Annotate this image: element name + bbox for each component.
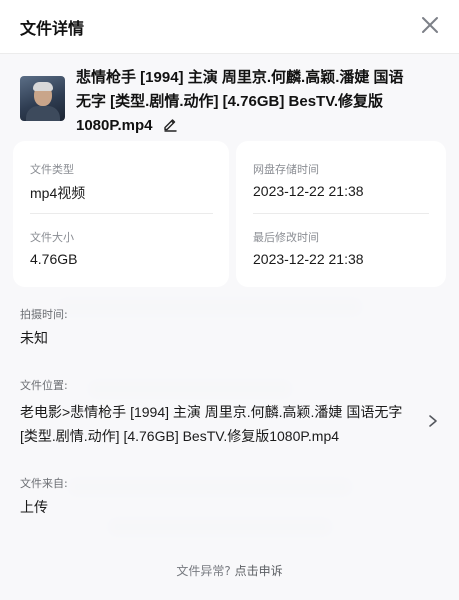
sheet-header: 文件详情 xyxy=(0,0,459,54)
file-source-label: 文件来自: xyxy=(20,477,68,490)
page-title: 文件详情 xyxy=(20,19,85,38)
file-details-sheet: 文件详情 悲情枪手 [1994] 主演 周里京.何麟.高颖.潘婕 国语无字 [类… xyxy=(0,0,459,600)
file-type-size-card: 文件类型 mp4视频 文件大小 4.76GB xyxy=(13,141,229,287)
modified-time-label: 最后修改时间 xyxy=(253,231,319,244)
modified-time-value: 2023-12-22 21:38 xyxy=(253,251,364,267)
file-name: 悲情枪手 [1994] 主演 周里京.何麟.高颖.潘婕 国语无字 [类型.剧情.… xyxy=(76,66,406,138)
rename-button[interactable] xyxy=(162,116,178,132)
file-size-label: 文件大小 xyxy=(30,231,74,244)
divider xyxy=(30,213,213,214)
shoot-time-label: 拍摄时间: xyxy=(20,308,68,321)
file-header: 悲情枪手 [1994] 主演 周里京.何麟.高颖.潘婕 国语无字 [类型.剧情.… xyxy=(0,54,459,140)
file-type-label: 文件类型 xyxy=(30,163,74,176)
file-thumbnail xyxy=(20,76,65,121)
stored-time-label: 网盘存储时间 xyxy=(253,163,319,176)
file-location-value: 老电影>悲情枪手 [1994] 主演 周里京.何麟.高颖.潘婕 国语无字 [类型… xyxy=(20,404,403,444)
pencil-icon xyxy=(164,119,178,132)
file-source-value: 上传 xyxy=(20,499,48,515)
file-location-label: 文件位置: xyxy=(20,379,68,392)
divider xyxy=(253,213,429,214)
file-size-value: 4.76GB xyxy=(30,251,78,267)
file-type-value: mp4视频 xyxy=(30,185,86,201)
appeal-footer: 文件异常? 点击申诉 xyxy=(0,562,459,579)
appeal-link[interactable]: 点击申诉 xyxy=(235,564,283,578)
close-button[interactable] xyxy=(417,12,443,38)
shoot-time-value: 未知 xyxy=(20,330,48,346)
file-location-row[interactable]: 老电影>悲情枪手 [1994] 主演 周里京.何麟.高颖.潘婕 国语无字 [类型… xyxy=(0,398,459,448)
file-name-text: 悲情枪手 [1994] 主演 周里京.何麟.高颖.潘婕 国语无字 [类型.剧情.… xyxy=(76,69,404,134)
file-time-card: 网盘存储时间 2023-12-22 21:38 最后修改时间 2023-12-2… xyxy=(236,141,446,287)
close-icon xyxy=(422,17,438,33)
chevron-right-icon xyxy=(429,415,437,427)
file-issue-question: 文件异常? xyxy=(176,564,231,578)
stored-time-value: 2023-12-22 21:38 xyxy=(253,183,364,199)
